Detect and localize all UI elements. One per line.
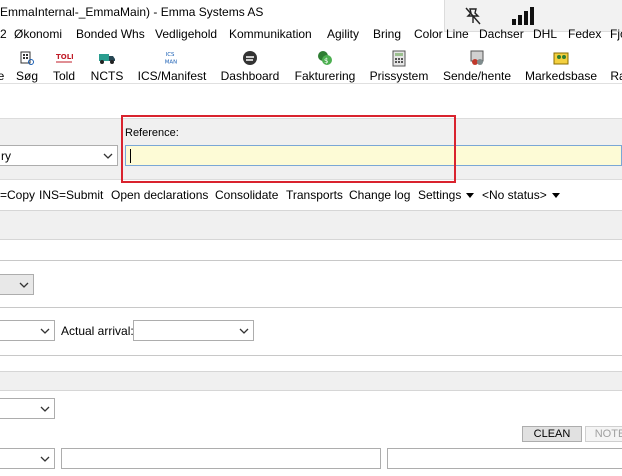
toolbar-button-fakturering[interactable]: $ Fakturering xyxy=(294,44,356,84)
consolidate-action[interactable]: Consolidate xyxy=(215,188,278,202)
window-title: EmmaInternal-_EmmaMain) - Emma Systems A… xyxy=(0,5,264,19)
settings-menu[interactable]: Settings xyxy=(418,188,475,202)
chevron-down-icon xyxy=(102,150,114,162)
section-header xyxy=(0,210,622,240)
toolbar-label: Prissystem xyxy=(369,69,429,83)
detail-dropdown[interactable] xyxy=(0,448,55,469)
svg-text:MAN: MAN xyxy=(165,59,177,65)
clean-button[interactable]: CLEAN xyxy=(522,426,582,442)
menu-item-fjo[interactable]: Fjo xyxy=(610,26,622,42)
transports-action[interactable]: Transports xyxy=(286,188,343,202)
toolbar-button-partial[interactable]: e xyxy=(0,44,6,84)
menu-item-fedex[interactable]: Fedex xyxy=(568,26,601,42)
toolbar-label: Markedsbase xyxy=(524,69,598,83)
copy-action[interactable]: =Copy xyxy=(0,188,35,202)
told-icon: TOLD xyxy=(55,49,73,67)
menu-bar: 2 Økonomi Bonded Whs Vedligehold Kommuni… xyxy=(0,26,622,42)
note-button[interactable]: NOTE xyxy=(585,426,622,442)
type-dropdown[interactable]: ry xyxy=(0,145,118,166)
toolbar-label: Fakturering xyxy=(294,69,356,83)
divider xyxy=(0,355,622,356)
divider xyxy=(0,260,622,261)
pin-off-icon[interactable] xyxy=(463,6,483,26)
toolbar-button-partial-right[interactable]: Ra xyxy=(608,44,622,84)
actual-arrival-dropdown[interactable] xyxy=(133,320,254,341)
calculator-icon xyxy=(390,49,408,67)
partial-icon xyxy=(0,49,10,67)
toolbar-button-markedsbase[interactable]: Markedsbase xyxy=(525,44,597,84)
menu-item-dachser[interactable]: Dachser xyxy=(479,26,524,42)
arrival-date-dropdown[interactable] xyxy=(0,320,55,341)
main-toolbar: e Søg TOLD Told xyxy=(0,44,622,84)
menu-item-dhl[interactable]: DHL xyxy=(533,26,557,42)
caret-down-icon xyxy=(551,193,560,199)
menu-item-okonomi[interactable]: Økonomi xyxy=(14,26,62,42)
toolbar-button-sog[interactable]: Søg xyxy=(14,44,40,84)
detail-text-field-2[interactable] xyxy=(387,448,622,469)
signal-bars-icon xyxy=(511,7,535,25)
toolbar-label: e xyxy=(0,69,5,83)
toolbar-button-ics-manifest[interactable]: ICS MAN ICS/Manifest xyxy=(137,44,207,84)
status-label: <No status> xyxy=(482,188,547,202)
truck-icon xyxy=(98,49,116,67)
type-dropdown-value: ry xyxy=(1,149,11,163)
svg-text:ICS: ICS xyxy=(166,52,175,58)
toolbar-button-dashboard[interactable]: Dashboard xyxy=(221,44,279,84)
menu-item-vedligehold[interactable]: Vedligehold xyxy=(155,26,217,42)
caret-down-icon xyxy=(466,193,475,199)
toolbar-button-ncts[interactable]: NCTS xyxy=(91,44,123,84)
open-declarations-action[interactable]: Open declarations xyxy=(111,188,208,202)
divider xyxy=(0,307,622,308)
ics-man-icon: ICS MAN xyxy=(163,49,181,67)
chevron-down-icon xyxy=(39,453,51,465)
highlight-box xyxy=(121,115,456,183)
toolbar-label: Sende/hente xyxy=(442,69,512,83)
action-bar: =Copy INS=Submit Open declarations Conso… xyxy=(0,186,622,206)
toolbar-label: Dashboard xyxy=(220,69,280,83)
submit-action[interactable]: INS=Submit xyxy=(39,188,103,202)
toolbar-label: Søg xyxy=(15,69,38,83)
svg-text:TOLD: TOLD xyxy=(56,53,73,61)
toolbar-button-sende-hente[interactable]: Sende/hente xyxy=(442,44,512,84)
chevron-down-icon xyxy=(39,403,51,415)
toolbar-label: Ra xyxy=(610,69,622,83)
menu-item[interactable]: 2 xyxy=(0,26,7,42)
small-dropdown[interactable] xyxy=(0,274,34,295)
status-menu[interactable]: <No status> xyxy=(482,188,560,202)
svg-text:$: $ xyxy=(324,57,328,65)
chevron-down-icon xyxy=(18,279,30,291)
menu-item-bonded-whs[interactable]: Bonded Whs xyxy=(76,26,145,42)
menu-item-bring[interactable]: Bring xyxy=(373,26,401,42)
dashboard-icon xyxy=(241,49,259,67)
chevron-down-icon xyxy=(39,325,51,337)
toolbar-label: Told xyxy=(52,69,75,83)
change-log-action[interactable]: Change log xyxy=(349,188,410,202)
partial-icon xyxy=(609,49,622,67)
toolbar-button-told[interactable]: TOLD Told xyxy=(50,44,78,84)
menu-item-color-line[interactable]: Color Line xyxy=(414,26,469,42)
option-dropdown[interactable] xyxy=(0,398,55,419)
actual-arrival-label: Actual arrival: xyxy=(61,324,134,338)
settings-label: Settings xyxy=(418,188,462,202)
chevron-down-icon xyxy=(238,325,250,337)
toolbar-label: ICS/Manifest xyxy=(137,69,207,83)
search-building-icon xyxy=(18,49,36,67)
send-receive-icon xyxy=(468,49,486,67)
section-header xyxy=(0,371,622,391)
toolbar-button-prissystem[interactable]: Prissystem xyxy=(370,44,428,84)
toolbar-label: NCTS xyxy=(90,69,124,83)
invoice-icon: $ xyxy=(316,49,334,67)
detail-text-field[interactable] xyxy=(61,448,381,469)
menu-item-agility[interactable]: Agility xyxy=(327,26,359,42)
menu-item-kommunikation[interactable]: Kommunikation xyxy=(229,26,312,42)
market-base-icon xyxy=(552,49,570,67)
